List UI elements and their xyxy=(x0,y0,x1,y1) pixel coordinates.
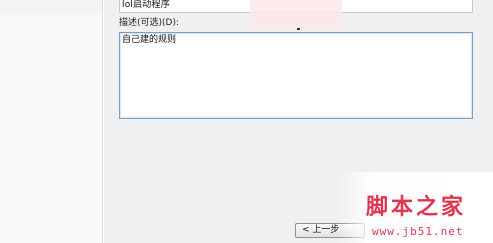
text-cursor xyxy=(297,28,300,30)
watermark-logo: 脚本之家 xyxy=(366,194,467,220)
watermark-url: www.jb51.net xyxy=(372,225,464,238)
wizard-window: lol启动程序 描述(可选)(D): 自己建的规则 < 上一步 脚本之家 www… xyxy=(0,0,493,243)
wizard-step-item[interactable] xyxy=(0,0,102,14)
description-label: 描述(可选)(D): xyxy=(119,18,180,28)
redacted-overlay xyxy=(250,0,342,30)
name-field-value: lol启动程序 xyxy=(122,0,170,10)
description-textarea-value: 自己建的规则 xyxy=(122,35,177,45)
wizard-steps-pane xyxy=(0,0,103,243)
